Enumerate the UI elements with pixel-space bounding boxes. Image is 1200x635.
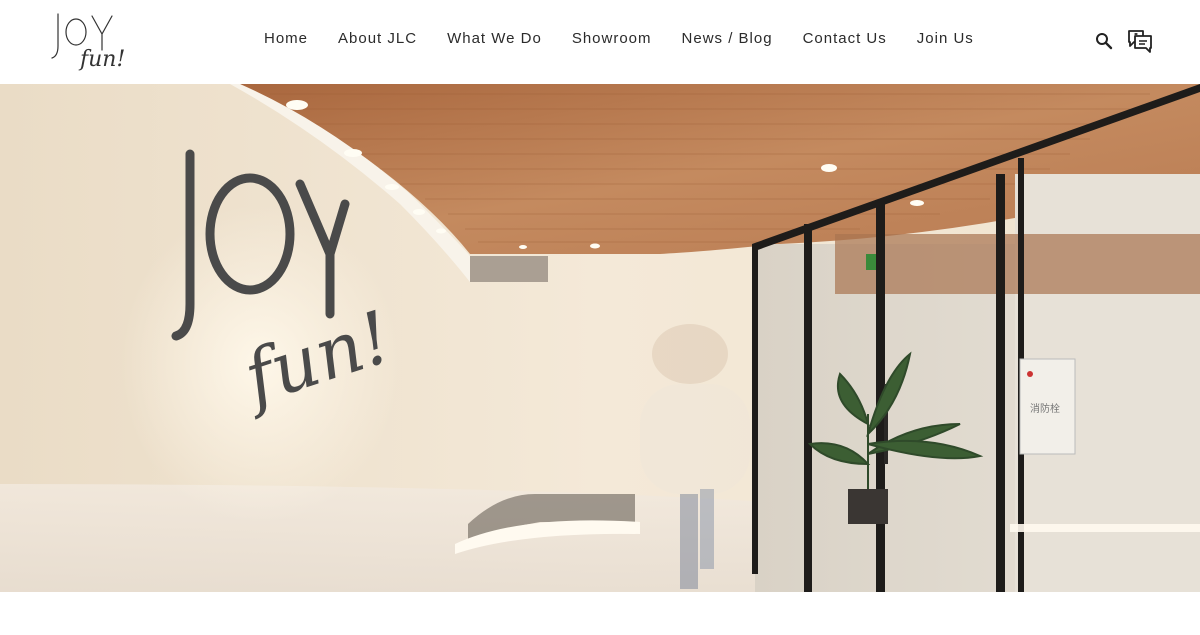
logo-script: fun! — [78, 47, 125, 72]
nav-news-blog[interactable]: News / Blog — [682, 30, 773, 48]
page-below-hero — [0, 592, 1200, 635]
logo[interactable]: fun! — [50, 8, 140, 74]
fire-hydrant-label: 消防栓 — [1030, 402, 1060, 415]
nav-what-we-do[interactable]: What We Do — [447, 30, 542, 48]
search-button[interactable] — [1089, 26, 1119, 56]
main-nav: Home About JLC What We Do Showroom News … — [264, 30, 974, 48]
site-header: fun! Home About JLC What We Do Showroom … — [0, 0, 1200, 84]
chat-button[interactable] — [1124, 26, 1154, 56]
nav-join-us[interactable]: Join Us — [917, 30, 974, 48]
page: fun! Home About JLC What We Do Showroom … — [0, 0, 1200, 635]
lobby-photo: 消防栓 fun! — [0, 84, 1200, 592]
nav-about-jlc[interactable]: About JLC — [338, 30, 417, 48]
nav-showroom[interactable]: Showroom — [572, 30, 652, 48]
search-icon — [1096, 33, 1113, 50]
nav-contact-us[interactable]: Contact Us — [803, 30, 887, 48]
hero-banner: 消防栓 fun! — [0, 84, 1200, 592]
nav-home[interactable]: Home — [264, 30, 308, 48]
chat-icon — [1128, 30, 1152, 53]
